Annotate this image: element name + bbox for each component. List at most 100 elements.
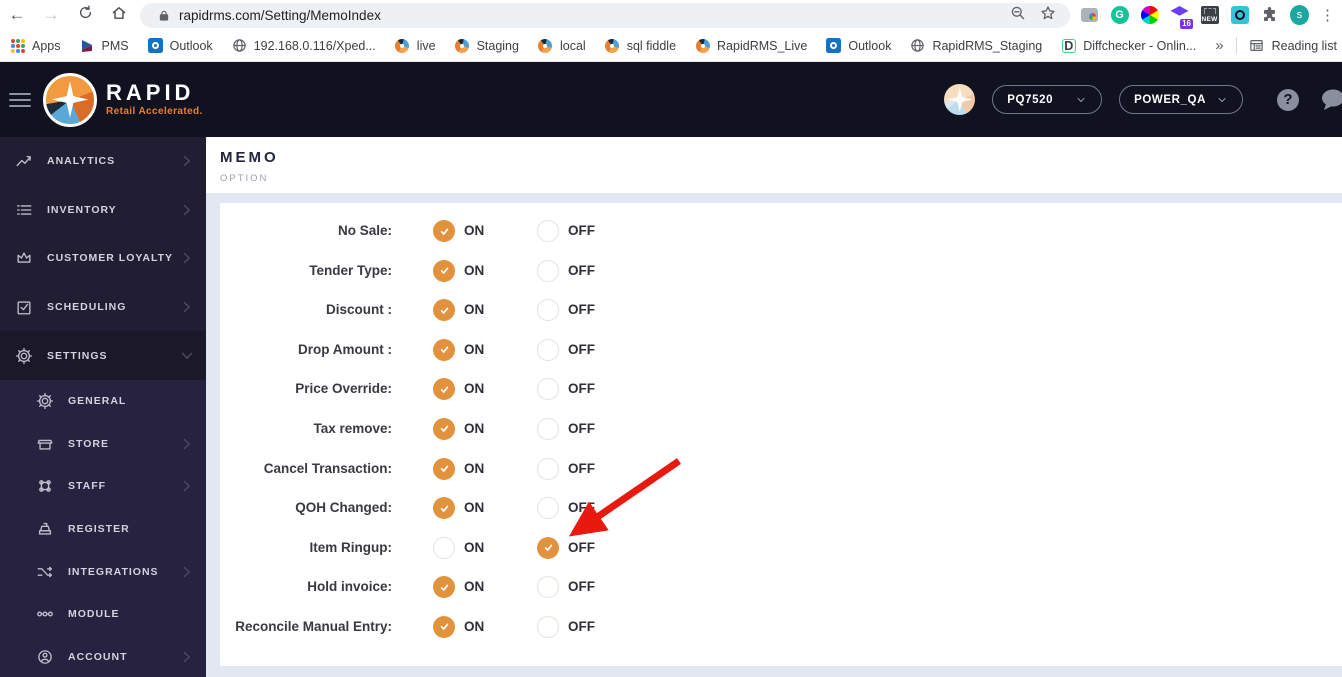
radio-off[interactable]: OFF — [537, 338, 595, 361]
bookmark-diffchecker-onlin[interactable]: D Diffchecker - Onlin... — [1061, 38, 1196, 53]
chat-icon[interactable] — [1320, 88, 1342, 112]
radio-off-circle[interactable] — [537, 338, 559, 361]
radio-off[interactable]: OFF — [537, 220, 595, 242]
sidebar-item-customer-loyalty[interactable]: CUSTOMER LOYALTY — [0, 234, 206, 283]
radio-on-circle[interactable] — [433, 576, 455, 599]
bookmark-local[interactable]: local — [538, 38, 586, 53]
radio-on-circle[interactable] — [433, 299, 455, 322]
bookmark-rapidrms-staging[interactable]: RapidRMS_Staging — [910, 38, 1042, 53]
colorwheel-extension-icon[interactable] — [1140, 6, 1159, 25]
user-avatar[interactable] — [944, 84, 976, 115]
radio-off[interactable]: OFF — [537, 299, 595, 322]
radio-off-circle[interactable] — [537, 299, 559, 322]
radio-on-circle[interactable] — [433, 417, 455, 440]
page-header: MEMO OPTION — [206, 137, 1342, 193]
new-extension-icon[interactable]: NEW — [1200, 6, 1219, 25]
store-selector-dropdown[interactable]: PQ7520 — [992, 85, 1103, 114]
reload-icon[interactable] — [68, 5, 102, 25]
radio-on-circle[interactable] — [433, 497, 455, 520]
radio-on-circle[interactable] — [433, 338, 455, 361]
radio-on-circle[interactable] — [433, 536, 455, 559]
bookmark-live[interactable]: live — [395, 38, 436, 53]
bookmark-label: Staging — [476, 38, 519, 53]
radio-on[interactable]: ON — [433, 299, 484, 322]
help-icon[interactable]: ? — [1277, 88, 1299, 111]
radio-off[interactable]: OFF — [537, 576, 595, 599]
back-icon[interactable]: ← — [0, 5, 34, 25]
zoom-out-icon[interactable] — [1010, 5, 1026, 26]
radio-on-circle[interactable] — [433, 259, 455, 282]
sidebar-item-module[interactable]: MODULE — [0, 593, 206, 636]
sidebar-item-integrations[interactable]: INTEGRATIONS — [0, 550, 206, 593]
sidebar-item-store[interactable]: STORE — [0, 423, 206, 466]
user-selector-dropdown[interactable]: POWER_QA — [1119, 85, 1243, 114]
url-text[interactable]: rapidrms.com/Setting/MemoIndex — [179, 8, 1010, 23]
radio-on[interactable]: ON — [433, 536, 484, 559]
bookmark-rapidrms-live[interactable]: RapidRMS_Live — [695, 38, 807, 53]
bookmarks-overflow-icon[interactable]: » — [1215, 37, 1223, 54]
bookmark-apps[interactable]: Apps — [10, 38, 61, 53]
radio-on-circle[interactable] — [433, 457, 455, 480]
radio-off-circle[interactable] — [537, 457, 559, 480]
sidebar-item-staff[interactable]: STAFF — [0, 465, 206, 508]
radio-off[interactable]: OFF — [537, 378, 595, 401]
radio-off-circle[interactable] — [537, 576, 559, 599]
radio-off-circle[interactable] — [537, 259, 559, 282]
extensions-puzzle-icon[interactable] — [1260, 6, 1279, 25]
sidebar-item-analytics[interactable]: ANALYTICS — [0, 137, 206, 186]
bookmark-192-168-0-116-xped[interactable]: 192.168.0.116/Xped... — [232, 38, 376, 53]
register-icon — [38, 522, 52, 535]
radio-off[interactable]: OFF — [537, 536, 595, 559]
sidebar-item-scheduling[interactable]: SCHEDULING — [0, 283, 206, 332]
grammarly-extension-icon[interactable]: G — [1110, 6, 1129, 25]
cap-extension-icon[interactable]: 16 — [1170, 6, 1193, 29]
bookmark-outlook[interactable]: Outlook — [147, 38, 213, 53]
radio-on[interactable]: ON — [433, 338, 484, 361]
radio-on-circle[interactable] — [433, 378, 455, 401]
forward-icon[interactable]: → — [34, 5, 68, 25]
sidebar-item-settings[interactable]: SETTINGS — [0, 331, 206, 380]
sidebar-nav: ANALYTICS INVENTORY CUSTOMER LOYALTY SCHEDU… — [0, 137, 206, 677]
radio-on-circle[interactable] — [433, 615, 455, 638]
sidebar-item-label: REGISTER — [68, 523, 130, 536]
sidebar-item-register[interactable]: REGISTER — [0, 508, 206, 551]
radio-on[interactable]: ON — [433, 457, 484, 480]
bookmark-pms[interactable]: PMS — [80, 38, 129, 53]
radio-on[interactable]: ON — [433, 259, 484, 282]
home-icon[interactable] — [102, 5, 136, 26]
screenshot-extension-icon[interactable] — [1080, 6, 1099, 25]
sidebar-item-inventory[interactable]: INVENTORY — [0, 186, 206, 235]
radio-off[interactable]: OFF — [537, 497, 595, 520]
radio-on[interactable]: ON — [433, 220, 484, 242]
browser-profile-avatar[interactable]: s — [1290, 5, 1309, 25]
bookmark-star-icon[interactable] — [1040, 5, 1056, 26]
radio-on[interactable]: ON — [433, 497, 484, 520]
browser-menu-icon[interactable]: ⋮ — [1320, 6, 1335, 24]
radio-on[interactable]: ON — [433, 417, 484, 440]
radio-off-circle[interactable] — [537, 536, 559, 559]
radio-off-circle[interactable] — [537, 220, 559, 242]
radio-on-circle[interactable] — [433, 220, 455, 242]
radio-off[interactable]: OFF — [537, 417, 595, 440]
rapid-logo[interactable]: RAPID Retail Accelerated. — [43, 72, 203, 127]
radio-on[interactable]: ON — [433, 378, 484, 401]
teal-extension-icon[interactable] — [1230, 6, 1249, 25]
radio-on[interactable]: ON — [433, 615, 484, 638]
sidebar-item-general[interactable]: GENERAL — [0, 380, 206, 423]
radio-off-circle[interactable] — [537, 497, 559, 520]
radio-off[interactable]: OFF — [537, 615, 595, 638]
option-row-tax-remove: Tax remove: ON OFF — [220, 417, 1342, 440]
radio-on[interactable]: ON — [433, 576, 484, 599]
sidebar-item-account[interactable]: ACCOUNT — [0, 636, 206, 677]
bookmark-sql-fiddle[interactable]: sql fiddle — [605, 38, 676, 53]
radio-off-circle[interactable] — [537, 378, 559, 401]
radio-off[interactable]: OFF — [537, 259, 595, 282]
reading-list-button[interactable]: Reading list — [1249, 38, 1337, 53]
radio-off[interactable]: OFF — [537, 457, 595, 480]
bookmark-outlook[interactable]: Outlook — [826, 38, 891, 53]
address-bar[interactable]: rapidrms.com/Setting/MemoIndex — [140, 2, 1070, 28]
radio-off-circle[interactable] — [537, 615, 559, 638]
radio-off-circle[interactable] — [537, 417, 559, 440]
hamburger-menu-icon[interactable] — [9, 89, 31, 111]
bookmark-staging[interactable]: Staging — [455, 38, 519, 53]
